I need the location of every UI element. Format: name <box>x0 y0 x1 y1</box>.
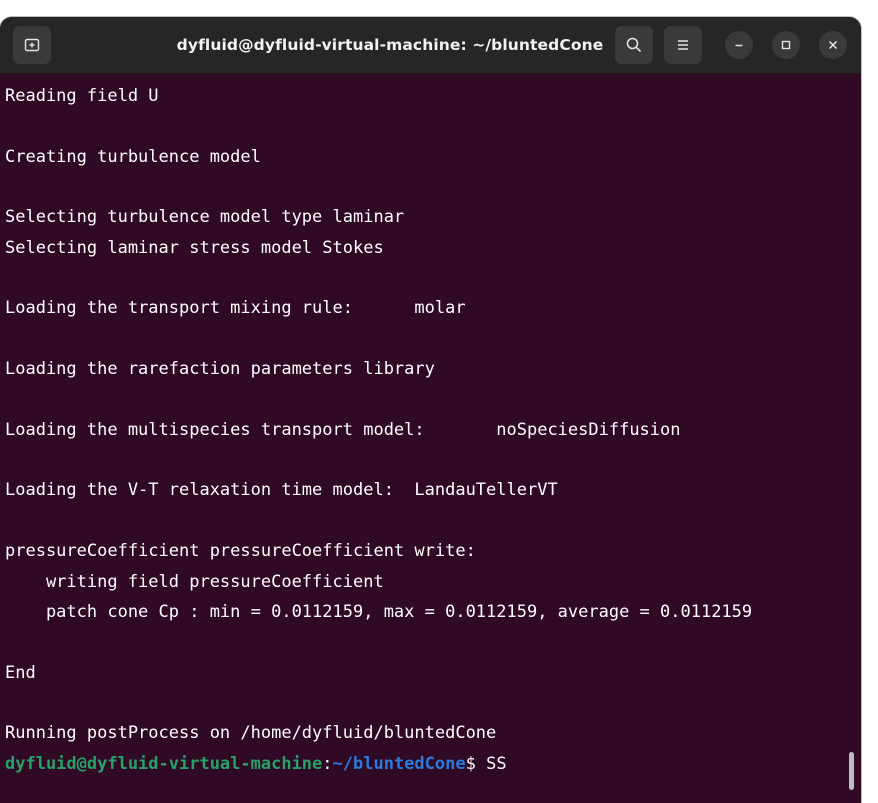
titlebar[interactable]: dyfluid@dyfluid-virtual-machine: ~/blunt… <box>0 17 861 74</box>
terminal-prompt-line[interactable]: dyfluid@dyfluid-virtual-machine:~/blunte… <box>5 749 845 779</box>
search-icon <box>626 37 642 53</box>
terminal-line: Loading the transport mixing rule: molar <box>5 298 466 319</box>
prompt-input[interactable]: SS <box>486 754 506 774</box>
maximize-button[interactable] <box>772 31 800 59</box>
new-tab-button[interactable] <box>13 26 51 64</box>
terminal-output[interactable]: Reading field U Creating turbulence mode… <box>5 81 845 779</box>
prompt-path: ~/bluntedCone <box>332 753 466 774</box>
hamburger-menu-icon <box>678 40 688 50</box>
terminal-line: Selecting turbulence model type laminar <box>5 207 405 228</box>
terminal-line: Loading the V-T relaxation time model: L… <box>5 480 558 501</box>
close-button[interactable] <box>819 31 847 59</box>
minimize-button[interactable] <box>725 31 753 59</box>
terminal-line: writing field pressureCoefficient <box>5 571 384 592</box>
window-title: dyfluid@dyfluid-virtual-machine: ~/blunt… <box>176 36 604 54</box>
prompt-dollar: $ <box>465 753 487 774</box>
menu-button[interactable] <box>664 26 702 64</box>
terminal-line: End <box>5 662 36 683</box>
new-tab-icon <box>24 38 40 52</box>
terminal-line: Loading the multispecies transport model… <box>5 419 681 440</box>
terminal-line: patch cone Cp : min = 0.0112159, max = 0… <box>5 601 753 622</box>
terminal-line: Running postProcess on /home/dyfluid/blu… <box>5 723 497 744</box>
terminal-scrollbar[interactable] <box>849 752 854 790</box>
prompt-separator: : <box>322 753 333 774</box>
terminal-line: Selecting laminar stress model Stokes <box>5 237 384 258</box>
terminal-line: Creating turbulence model <box>5 146 261 167</box>
prompt-user-host: dyfluid@dyfluid-virtual-machine <box>5 753 323 774</box>
close-icon <box>828 40 838 50</box>
search-button[interactable] <box>615 26 653 64</box>
terminal-line: Loading the rarefaction parameters libra… <box>5 359 435 380</box>
terminal-line: Reading field U <box>5 86 159 106</box>
maximize-icon <box>781 40 791 50</box>
terminal-line: pressureCoefficient pressureCoefficient … <box>5 541 476 562</box>
minimize-icon <box>735 44 743 47</box>
